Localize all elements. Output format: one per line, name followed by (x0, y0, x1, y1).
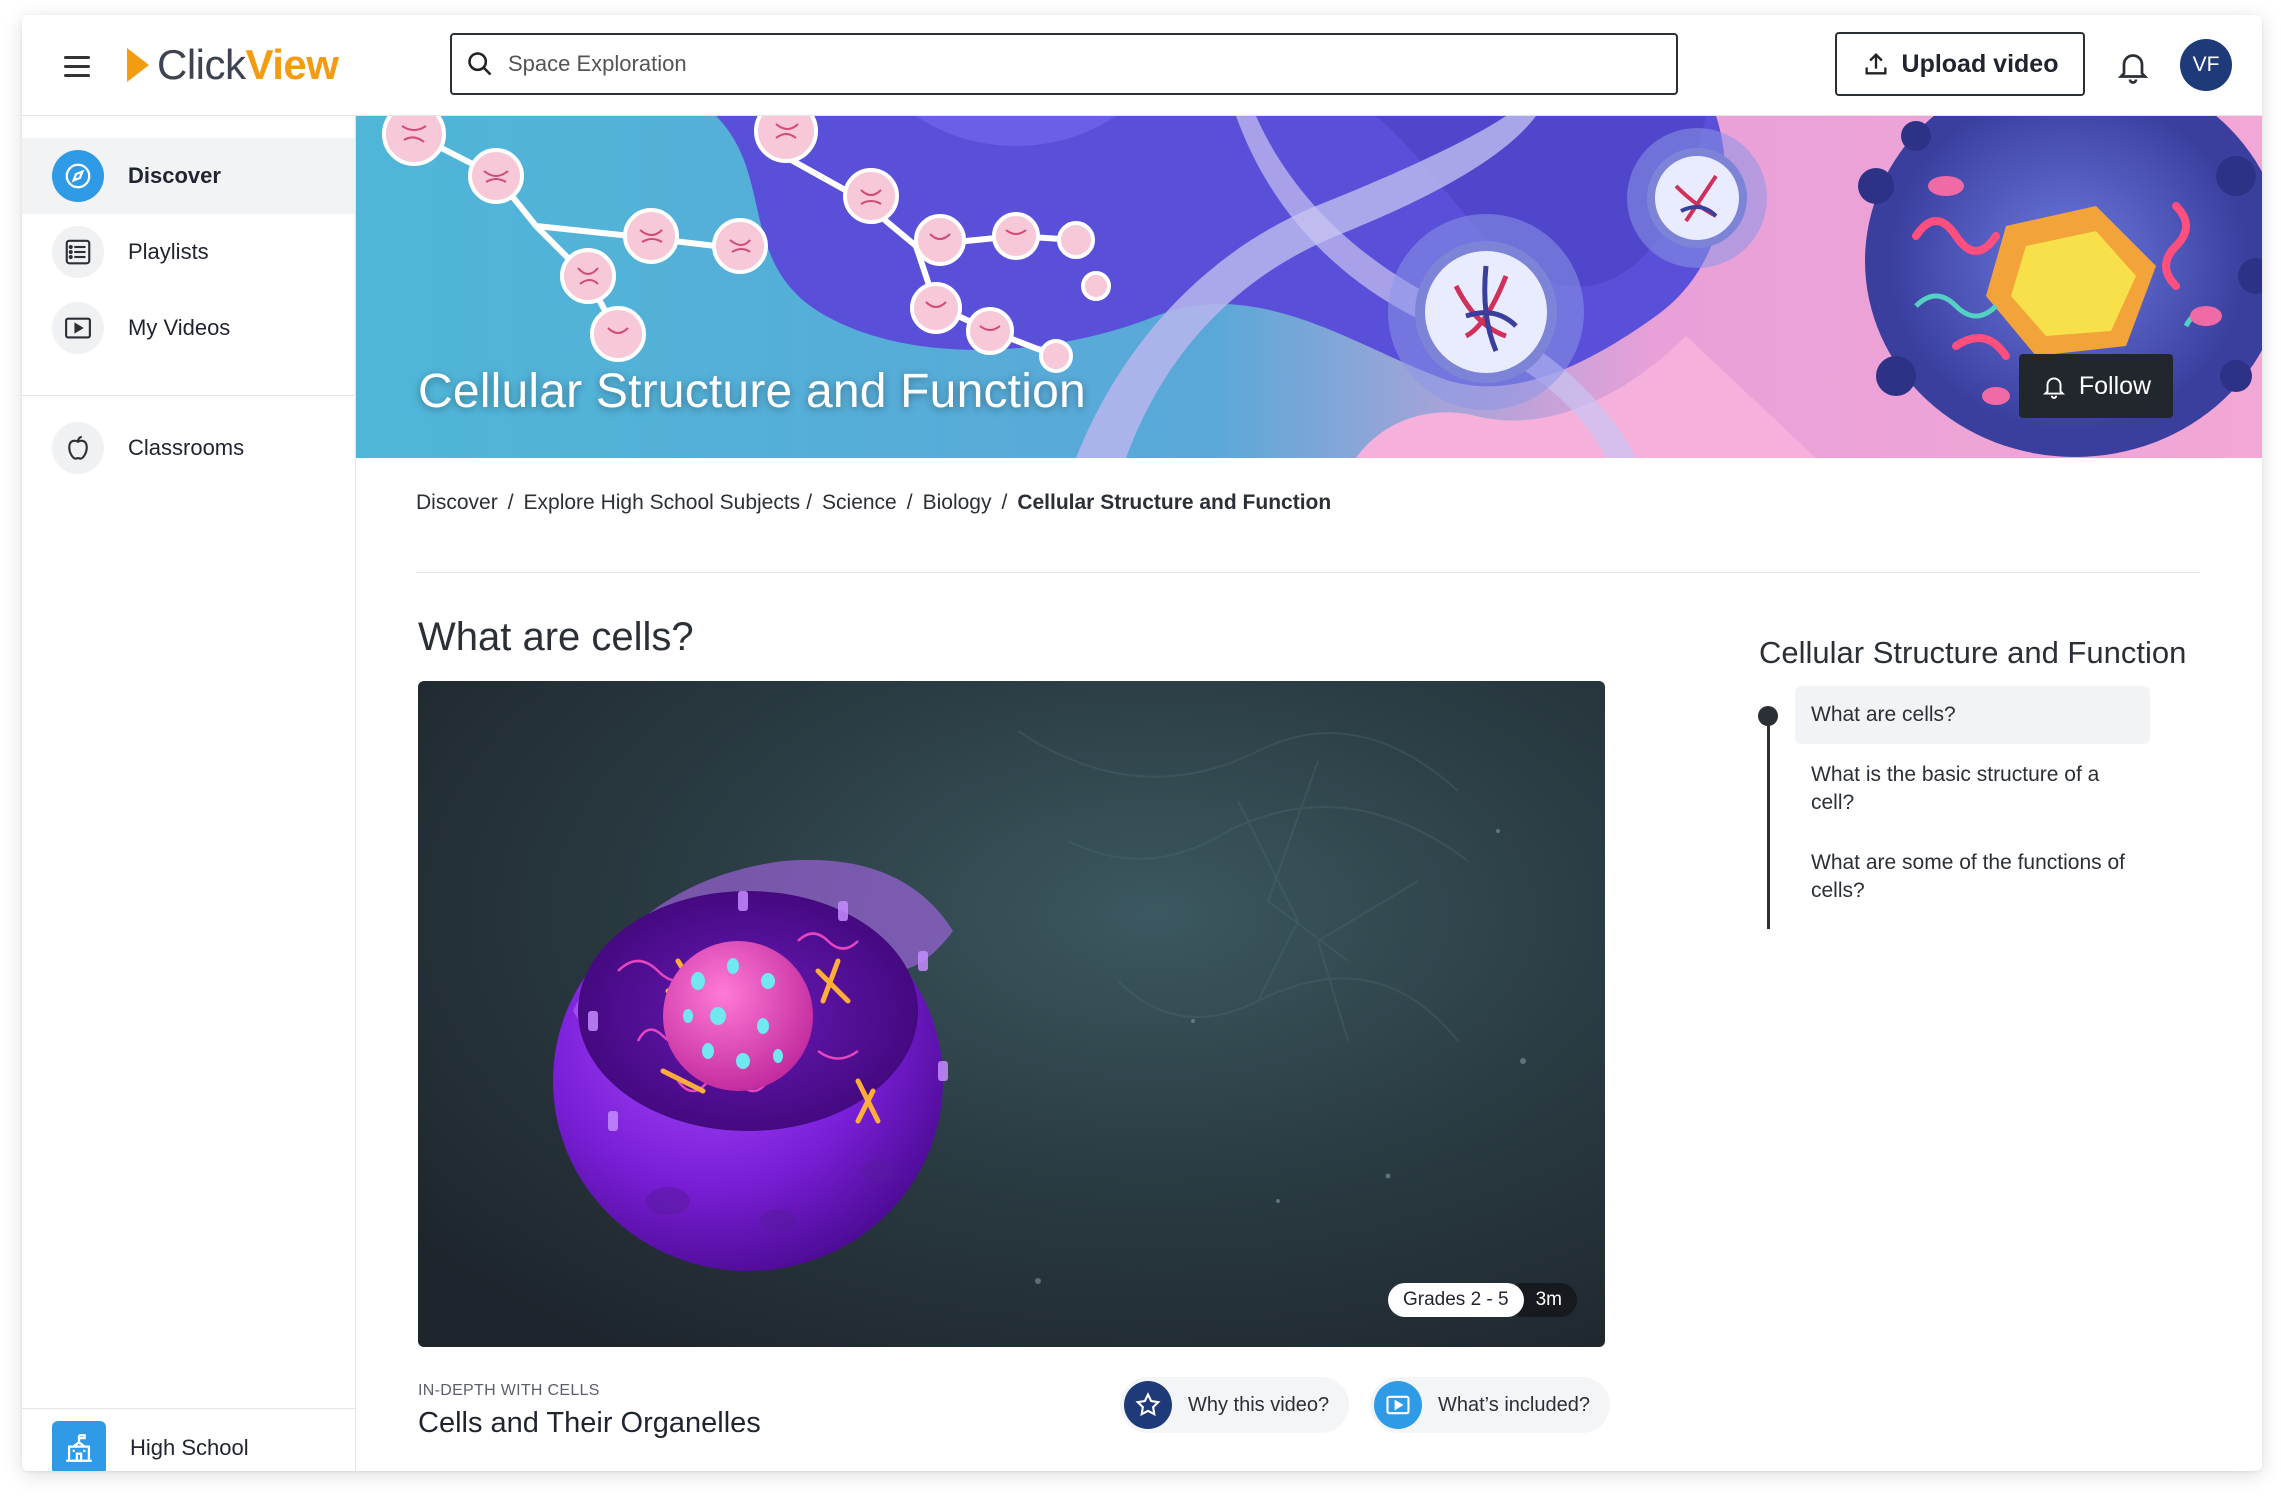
grade-badge: Grades 2 - 5 (1387, 1283, 1524, 1317)
whats-included-label: What’s included? (1438, 1393, 1590, 1416)
why-this-video-button[interactable]: Why this video? (1120, 1377, 1350, 1433)
breadcrumb-science[interactable]: Science (822, 491, 897, 515)
toc-item-label: What are some of the functions of cells? (1811, 851, 2125, 902)
video-badges: Grades 2 - 5 3m (1387, 1283, 1577, 1317)
toc-title: Cellular Structure and Function (1759, 635, 2187, 670)
topic-banner: Cellular Structure and Function Follow (356, 116, 2262, 458)
bell-icon (2042, 377, 2065, 399)
upload-icon (1865, 53, 1887, 75)
clickview-logo[interactable]: Click View (127, 39, 339, 91)
toc-item-label: What is the basic structure of a cell? (1811, 763, 2100, 814)
search-bar[interactable] (450, 33, 1678, 95)
breadcrumb: Discover / Explore High School Subjects … (416, 491, 1331, 515)
breadcrumb-discover[interactable]: Discover (416, 491, 498, 515)
breadcrumb-separator: / (906, 491, 913, 514)
left-sidebar: Discover Playlists My Videos Classrooms (22, 116, 356, 1471)
follow-button[interactable]: Follow (2019, 354, 2173, 418)
menu-icon[interactable] (64, 51, 94, 81)
upload-video-label: Upload video (1901, 49, 2059, 78)
user-avatar[interactable]: VF (2180, 39, 2232, 91)
sidebar-item-high-school[interactable]: High School (22, 1410, 355, 1471)
banner-title: Cellular Structure and Function (418, 365, 1086, 418)
video-included-icon (1374, 1381, 1422, 1429)
logo-text-click: Click (157, 41, 246, 88)
why-this-video-label: Why this video? (1188, 1393, 1330, 1416)
breadcrumb-current: Cellular Structure and Function (1017, 491, 1332, 514)
avatar-initials: VF (2192, 53, 2220, 76)
breadcrumb-biology[interactable]: Biology (923, 491, 992, 515)
page-title: What are cells? (418, 615, 694, 659)
breadcrumb-separator: / (806, 491, 813, 514)
breadcrumb-separator: / (507, 491, 514, 514)
toc-timeline (1767, 719, 1770, 929)
play-icon (52, 302, 104, 354)
whats-included-button[interactable]: What’s included? (1370, 1377, 1610, 1433)
logo-play-icon (127, 48, 149, 82)
list-icon (52, 226, 104, 278)
content-divider (416, 572, 2200, 573)
sidebar-item-label: High School (130, 1435, 249, 1460)
app-window: ClickView Upload video VF Discover Playl… (22, 15, 2262, 1471)
video-player[interactable]: Grades 2 - 5 3m (418, 681, 1605, 1347)
breadcrumb-separator: / (1001, 491, 1008, 514)
sidebar-divider (22, 1408, 355, 1409)
upload-video-button[interactable]: Upload video (1835, 32, 2085, 96)
sidebar-item-playlists[interactable]: Playlists (22, 214, 355, 290)
series-label: IN-DEPTH WITH CELLS (418, 1382, 600, 1399)
breadcrumb-explore-high-school-subjects[interactable]: Explore High School Subjects (524, 491, 801, 515)
search-input[interactable] (508, 51, 1608, 77)
sidebar-item-label: Classrooms (128, 435, 245, 460)
toc-item-functions[interactable]: What are some of the functions of cells? (1795, 849, 2150, 905)
toc-item-what-are-cells[interactable]: What are cells? (1795, 686, 2150, 744)
logo-text-view: View (245, 41, 339, 88)
top-bar: ClickView Upload video VF (22, 15, 2262, 116)
follow-label: Follow (2078, 371, 2152, 400)
toc-current-dot (1758, 706, 1778, 726)
apple-icon (52, 422, 104, 474)
toc-item-basic-structure[interactable]: What is the basic structure of a cell? (1795, 761, 2150, 817)
sidebar-item-my-videos[interactable]: My Videos (22, 290, 355, 366)
notifications-bell-icon[interactable] (2115, 47, 2151, 85)
sidebar-divider (22, 395, 355, 396)
video-thumbnail (418, 681, 1605, 1347)
school-icon (52, 1421, 106, 1471)
sidebar-item-label: Discover (128, 163, 221, 188)
sidebar-item-label: My Videos (128, 315, 231, 340)
sidebar-item-label: Playlists (128, 239, 209, 264)
compass-icon (52, 150, 104, 202)
star-icon (1124, 1381, 1172, 1429)
toc-item-label: What are cells? (1811, 703, 1956, 726)
video-title[interactable]: Cells and Their Organelles (418, 1407, 761, 1440)
sidebar-item-classrooms[interactable]: Classrooms (22, 410, 355, 486)
search-icon (468, 52, 492, 76)
sidebar-item-discover[interactable]: Discover (22, 138, 355, 214)
